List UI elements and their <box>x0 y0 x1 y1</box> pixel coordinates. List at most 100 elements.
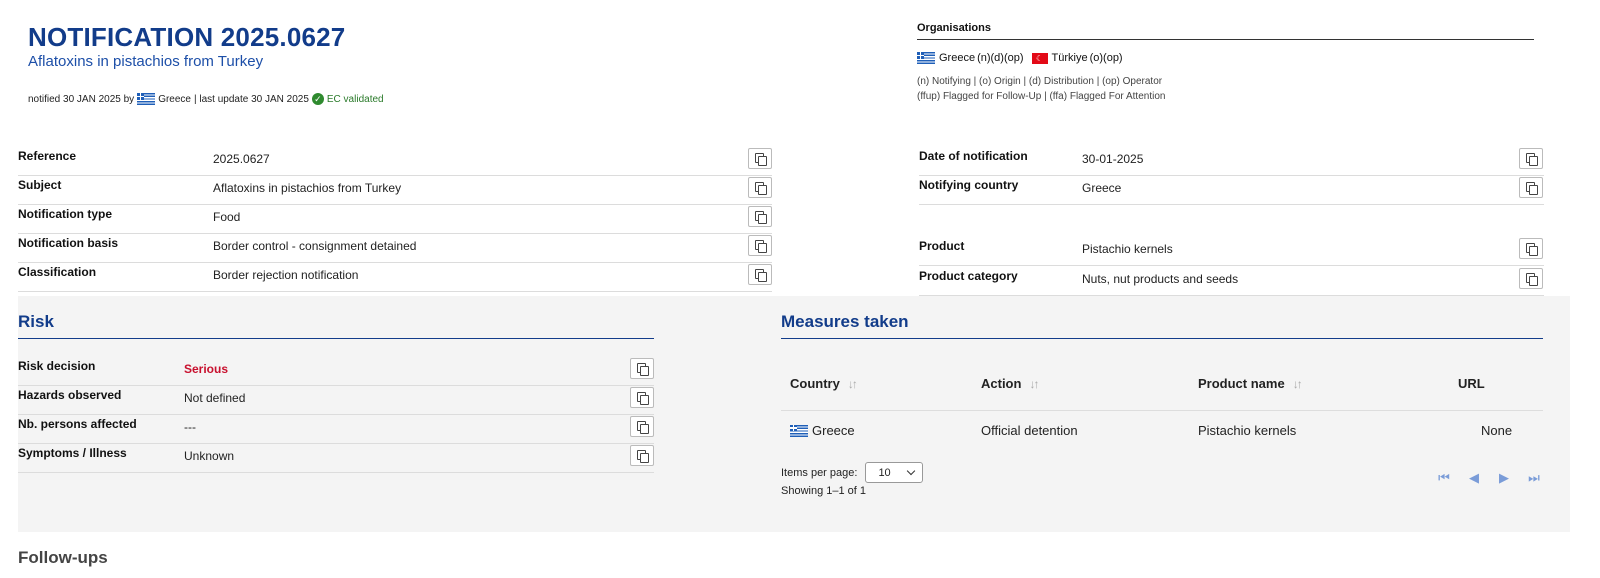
organisations-legend: (n) Notifying | (o) Origin | (d) Distrib… <box>917 74 1165 104</box>
greece-flag-icon <box>137 93 156 105</box>
field-value: Nuts, nut products and seeds <box>1082 272 1239 286</box>
field-row-classification: Classification Border rejection notifica… <box>18 263 772 292</box>
field-label: Risk decision <box>18 359 96 373</box>
table-cell-action: Official detention <box>981 423 1078 438</box>
field-row-reference: Reference 2025.0627 <box>18 147 772 176</box>
sort-icon[interactable]: ↓↑ <box>1029 377 1039 391</box>
copy-icon <box>1525 152 1538 166</box>
column-header-url: URL <box>1458 376 1485 391</box>
copy-button[interactable] <box>630 358 654 379</box>
field-row-notifying-country: Notifying country Greece <box>919 176 1544 205</box>
field-value: Border rejection notification <box>213 268 359 282</box>
field-label: Nb. persons affected <box>18 417 137 431</box>
field-label: Subject <box>18 178 62 192</box>
field-value: Unknown <box>184 449 235 463</box>
copy-icon <box>636 449 649 463</box>
copy-icon <box>636 391 649 405</box>
legend-roles: (n) Notifying | (o) Origin | (d) Distrib… <box>917 76 1163 87</box>
field-label: Notifying country <box>919 178 1019 192</box>
copy-icon <box>754 152 767 166</box>
field-value: Greece <box>1082 181 1122 195</box>
copy-button[interactable] <box>1519 238 1543 259</box>
field-label: Notification type <box>18 207 113 221</box>
pagination: ⏮ ◀ ▶ ⏭ <box>1436 470 1542 486</box>
field-value: Border control - consignment detained <box>213 239 417 253</box>
org-country-greece: Greece <box>939 52 976 64</box>
greece-flag-icon <box>917 52 935 64</box>
first-page-icon[interactable]: ⏮ <box>1436 470 1452 486</box>
notified-country: Greece <box>158 93 191 105</box>
copy-button[interactable] <box>748 177 772 198</box>
copy-icon <box>636 362 649 376</box>
field-row-subject: Subject Aflatoxins in pistachios from Tu… <box>18 176 772 205</box>
field-value: --- <box>184 420 196 434</box>
column-header-action[interactable]: Action ↓↑ <box>981 376 1039 391</box>
greece-flag-icon <box>790 424 808 437</box>
org-country-turkiye: Türkiye <box>1051 52 1088 64</box>
field-value: Not defined <box>184 391 246 405</box>
copy-icon <box>1525 272 1538 286</box>
risk-divider <box>18 338 654 339</box>
copy-button[interactable] <box>748 235 772 256</box>
prev-page-icon[interactable]: ◀ <box>1466 470 1482 486</box>
field-label: Date of notification <box>919 149 1028 163</box>
table-cell-product: Pistachio kernels <box>1198 423 1297 438</box>
cell-text: Greece <box>812 423 855 438</box>
items-per-page-label: Items per page: <box>781 466 858 479</box>
table-cell-url: None <box>1481 423 1513 438</box>
column-header-country[interactable]: Country ↓↑ <box>790 376 858 391</box>
field-value: 2025.0627 <box>213 152 270 166</box>
field-label: Hazards observed <box>18 388 122 402</box>
copy-button[interactable] <box>1519 268 1543 289</box>
table-cell-country: Greece <box>790 423 855 438</box>
field-value: 30-01-2025 <box>1082 152 1144 166</box>
copy-button[interactable] <box>748 206 772 227</box>
copy-button[interactable] <box>630 416 654 437</box>
items-per-page: Items per page: 10 <box>781 462 924 483</box>
copy-button[interactable] <box>748 148 772 169</box>
risk-row-persons-affected: Nb. persons affected --- <box>18 415 654 444</box>
notified-prefix: notified 30 JAN 2025 by <box>28 93 135 105</box>
validated-label: EC validated <box>326 93 384 105</box>
notification-meta: notified 30 JAN 2025 by Greece | last up… <box>28 93 384 105</box>
column-label: URL <box>1458 376 1485 391</box>
field-row-product-category: Product category Nuts, nut products and … <box>919 267 1544 296</box>
organisations-list: Greece (n)(d)(op) ☾ Türkiye (o)(op) <box>917 52 1123 64</box>
field-row-product: Product Pistachio kernels <box>919 237 1544 266</box>
copy-icon <box>636 420 649 434</box>
risk-row-symptoms: Symptoms / Illness Unknown <box>18 444 654 473</box>
risk-title: Risk <box>18 312 54 331</box>
column-label: Action <box>981 376 1022 391</box>
measures-divider <box>781 338 1543 339</box>
sort-icon[interactable]: ↓↑ <box>1293 377 1303 391</box>
copy-button[interactable] <box>630 387 654 408</box>
org-roles-turkiye: (o)(op) <box>1089 52 1123 64</box>
risk-row-hazards: Hazards observed Not defined <box>18 386 654 415</box>
risk-row-decision: Risk decision Serious <box>18 357 654 386</box>
items-per-page-value: 10 <box>878 466 891 479</box>
copy-icon <box>754 181 767 195</box>
copy-button[interactable] <box>748 264 772 285</box>
followups-title: Follow-ups <box>18 548 108 567</box>
measures-title: Measures taken <box>781 312 909 331</box>
items-per-page-select[interactable]: 10 <box>865 462 924 483</box>
risk-decision-value: Serious <box>184 362 229 376</box>
copy-button[interactable] <box>1519 177 1543 198</box>
column-header-product-name[interactable]: Product name ↓↑ <box>1198 376 1303 391</box>
copy-button[interactable] <box>1519 148 1543 169</box>
sort-icon[interactable]: ↓↑ <box>848 377 858 391</box>
column-label: Country <box>790 376 840 391</box>
copy-icon <box>754 268 767 282</box>
field-label: Notification basis <box>18 236 119 250</box>
copy-icon <box>754 239 767 253</box>
field-label: Product category <box>919 269 1018 283</box>
copy-icon <box>1525 242 1538 256</box>
organisations-title: Organisations <box>917 22 991 34</box>
showing-range: Showing 1–1 of 1 <box>781 485 867 497</box>
last-page-icon[interactable]: ⏭ <box>1526 470 1542 486</box>
next-page-icon[interactable]: ▶ <box>1496 470 1512 486</box>
legend-flags: (ffup) Flagged for Follow-Up | (ffa) Fla… <box>917 91 1166 102</box>
org-roles-greece: (n)(d)(op) <box>977 52 1024 64</box>
copy-button[interactable] <box>630 445 654 466</box>
field-label: Product <box>919 239 965 253</box>
